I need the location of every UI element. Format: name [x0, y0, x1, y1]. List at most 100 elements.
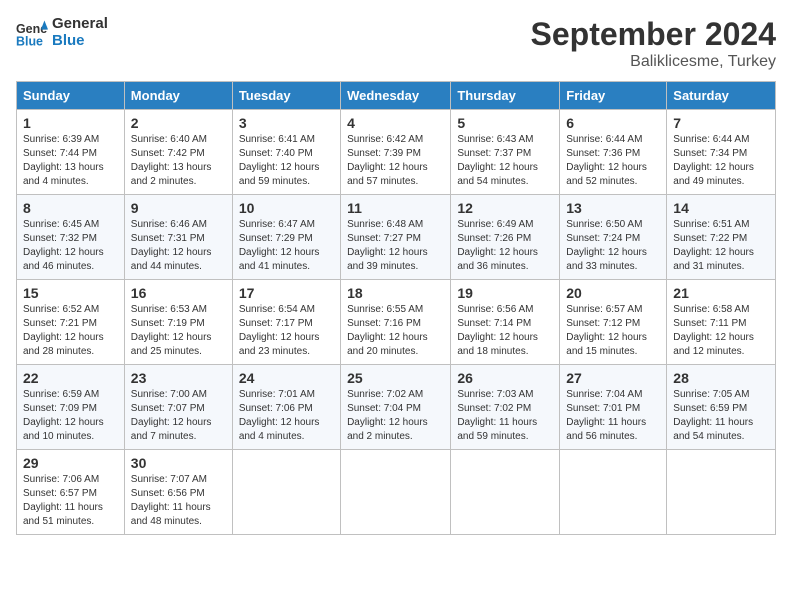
- day-info: Sunrise: 7:06 AM Sunset: 6:57 PM Dayligh…: [23, 473, 118, 529]
- calendar-cell: 24 Sunrise: 7:01 AM Sunset: 7:06 PM Dayli…: [232, 365, 340, 450]
- day-info: Sunrise: 6:47 AM Sunset: 7:29 PM Dayligh…: [239, 218, 334, 274]
- page-header: General Blue General Blue September 2024…: [16, 16, 776, 71]
- calendar-cell: 14Sunrise: 6:51 AM Sunset: 7:22 PM Dayli…: [667, 195, 776, 280]
- col-header-wednesday: Wednesday: [341, 82, 451, 110]
- calendar-cell: 10 Sunrise: 6:47 AM Sunset: 7:29 PM Dayli…: [232, 195, 340, 280]
- day-number: 5: [457, 115, 553, 131]
- day-number: 3: [239, 115, 334, 131]
- calendar-cell: 28 Sunrise: 7:05 AM Sunset: 6:59 PM Dayli…: [667, 365, 776, 450]
- day-info: Sunrise: 7:01 AM Sunset: 7:06 PM Dayligh…: [239, 388, 334, 444]
- day-number: 15: [23, 285, 118, 301]
- calendar-cell: 9Sunrise: 6:46 AM Sunset: 7:31 PM Daylig…: [124, 195, 232, 280]
- day-info: Sunrise: 6:55 AM Sunset: 7:16 PM Dayligh…: [347, 303, 444, 359]
- calendar-cell: 8Sunrise: 6:45 AM Sunset: 7:32 PM Daylig…: [17, 195, 125, 280]
- calendar-cell: 3 Sunrise: 6:41 AM Sunset: 7:40 PM Daylig…: [232, 110, 340, 195]
- day-number: 9: [131, 200, 226, 216]
- day-number: 2: [131, 115, 226, 131]
- day-number: 21: [673, 285, 769, 301]
- calendar-title: September 2024: [531, 16, 776, 53]
- calendar-cell: 17 Sunrise: 6:54 AM Sunset: 7:17 PM Dayli…: [232, 280, 340, 365]
- day-number: 7: [673, 115, 769, 131]
- day-number: 1: [23, 115, 118, 131]
- day-info: Sunrise: 6:43 AM Sunset: 7:37 PM Dayligh…: [457, 133, 553, 189]
- calendar-cell: 21 Sunrise: 6:58 AM Sunset: 7:11 PM Dayli…: [667, 280, 776, 365]
- calendar-cell: 11 Sunrise: 6:48 AM Sunset: 7:27 PM Dayli…: [341, 195, 451, 280]
- calendar-cell: 15 Sunrise: 6:52 AM Sunset: 7:21 PM Dayli…: [17, 280, 125, 365]
- calendar-table: SundayMondayTuesdayWednesdayThursdayFrid…: [16, 81, 776, 535]
- day-info: Sunrise: 6:44 AM Sunset: 7:36 PM Dayligh…: [566, 133, 660, 189]
- logo-general: General: [52, 16, 108, 33]
- logo-blue: Blue: [52, 33, 108, 50]
- col-header-sunday: Sunday: [17, 82, 125, 110]
- day-number: 17: [239, 285, 334, 301]
- day-info: Sunrise: 6:42 AM Sunset: 7:39 PM Dayligh…: [347, 133, 444, 189]
- day-info: Sunrise: 7:04 AM Sunset: 7:01 PM Dayligh…: [566, 388, 660, 444]
- calendar-cell: [341, 450, 451, 535]
- day-number: 26: [457, 370, 553, 386]
- day-number: 10: [239, 200, 334, 216]
- calendar-cell: 18 Sunrise: 6:55 AM Sunset: 7:16 PM Dayli…: [341, 280, 451, 365]
- calendar-cell: 12 Sunrise: 6:49 AM Sunset: 7:26 PM Dayli…: [451, 195, 560, 280]
- day-number: 11: [347, 200, 444, 216]
- day-number: 19: [457, 285, 553, 301]
- calendar-cell: [451, 450, 560, 535]
- day-info: Sunrise: 6:49 AM Sunset: 7:26 PM Dayligh…: [457, 218, 553, 274]
- day-number: 13: [566, 200, 660, 216]
- day-info: Sunrise: 6:53 AM Sunset: 7:19 PM Dayligh…: [131, 303, 226, 359]
- calendar-cell: 29 Sunrise: 7:06 AM Sunset: 6:57 PM Dayli…: [17, 450, 125, 535]
- day-number: 12: [457, 200, 553, 216]
- day-info: Sunrise: 6:48 AM Sunset: 7:27 PM Dayligh…: [347, 218, 444, 274]
- day-info: Sunrise: 6:40 AM Sunset: 7:42 PM Dayligh…: [131, 133, 226, 189]
- calendar-cell: [232, 450, 340, 535]
- day-info: Sunrise: 6:41 AM Sunset: 7:40 PM Dayligh…: [239, 133, 334, 189]
- svg-text:Blue: Blue: [16, 34, 43, 48]
- title-block: September 2024 Baliklicesme, Turkey: [531, 16, 776, 71]
- day-info: Sunrise: 7:02 AM Sunset: 7:04 PM Dayligh…: [347, 388, 444, 444]
- calendar-cell: 5 Sunrise: 6:43 AM Sunset: 7:37 PM Daylig…: [451, 110, 560, 195]
- calendar-cell: 30 Sunrise: 7:07 AM Sunset: 6:56 PM Dayli…: [124, 450, 232, 535]
- calendar-cell: [560, 450, 667, 535]
- day-info: Sunrise: 6:50 AM Sunset: 7:24 PM Dayligh…: [566, 218, 660, 274]
- day-info: Sunrise: 6:52 AM Sunset: 7:21 PM Dayligh…: [23, 303, 118, 359]
- col-header-saturday: Saturday: [667, 82, 776, 110]
- day-info: Sunrise: 7:07 AM Sunset: 6:56 PM Dayligh…: [131, 473, 226, 529]
- day-info: Sunrise: 6:39 AM Sunset: 7:44 PM Dayligh…: [23, 133, 118, 189]
- col-header-tuesday: Tuesday: [232, 82, 340, 110]
- day-info: Sunrise: 7:05 AM Sunset: 6:59 PM Dayligh…: [673, 388, 769, 444]
- day-info: Sunrise: 6:54 AM Sunset: 7:17 PM Dayligh…: [239, 303, 334, 359]
- logo-icon: General Blue: [16, 17, 48, 49]
- day-number: 20: [566, 285, 660, 301]
- calendar-cell: [667, 450, 776, 535]
- day-info: Sunrise: 7:03 AM Sunset: 7:02 PM Dayligh…: [457, 388, 553, 444]
- col-header-monday: Monday: [124, 82, 232, 110]
- calendar-cell: 26 Sunrise: 7:03 AM Sunset: 7:02 PM Dayli…: [451, 365, 560, 450]
- day-info: Sunrise: 6:57 AM Sunset: 7:12 PM Dayligh…: [566, 303, 660, 359]
- calendar-cell: 2 Sunrise: 6:40 AM Sunset: 7:42 PM Daylig…: [124, 110, 232, 195]
- day-number: 16: [131, 285, 226, 301]
- day-number: 27: [566, 370, 660, 386]
- day-info: Sunrise: 7:00 AM Sunset: 7:07 PM Dayligh…: [131, 388, 226, 444]
- day-number: 30: [131, 455, 226, 471]
- day-info: Sunrise: 6:56 AM Sunset: 7:14 PM Dayligh…: [457, 303, 553, 359]
- calendar-cell: 13 Sunrise: 6:50 AM Sunset: 7:24 PM Dayli…: [560, 195, 667, 280]
- day-info: Sunrise: 6:58 AM Sunset: 7:11 PM Dayligh…: [673, 303, 769, 359]
- day-info: Sunrise: 6:44 AM Sunset: 7:34 PM Dayligh…: [673, 133, 769, 189]
- calendar-cell: 27 Sunrise: 7:04 AM Sunset: 7:01 PM Dayli…: [560, 365, 667, 450]
- calendar-cell: 16 Sunrise: 6:53 AM Sunset: 7:19 PM Dayli…: [124, 280, 232, 365]
- day-number: 14: [673, 200, 769, 216]
- col-header-friday: Friday: [560, 82, 667, 110]
- day-number: 4: [347, 115, 444, 131]
- calendar-cell: 7 Sunrise: 6:44 AM Sunset: 7:34 PM Daylig…: [667, 110, 776, 195]
- calendar-cell: 20 Sunrise: 6:57 AM Sunset: 7:12 PM Dayli…: [560, 280, 667, 365]
- calendar-subtitle: Baliklicesme, Turkey: [531, 53, 776, 71]
- day-info: Sunrise: 6:59 AM Sunset: 7:09 PM Dayligh…: [23, 388, 118, 444]
- calendar-cell: 25Sunrise: 7:02 AM Sunset: 7:04 PM Dayli…: [341, 365, 451, 450]
- calendar-cell: 23Sunrise: 7:00 AM Sunset: 7:07 PM Dayli…: [124, 365, 232, 450]
- day-number: 18: [347, 285, 444, 301]
- day-number: 24: [239, 370, 334, 386]
- calendar-cell: 1 Sunrise: 6:39 AM Sunset: 7:44 PM Daylig…: [17, 110, 125, 195]
- calendar-cell: 4 Sunrise: 6:42 AM Sunset: 7:39 PM Daylig…: [341, 110, 451, 195]
- day-number: 29: [23, 455, 118, 471]
- day-info: Sunrise: 6:45 AM Sunset: 7:32 PM Dayligh…: [23, 218, 118, 274]
- day-number: 28: [673, 370, 769, 386]
